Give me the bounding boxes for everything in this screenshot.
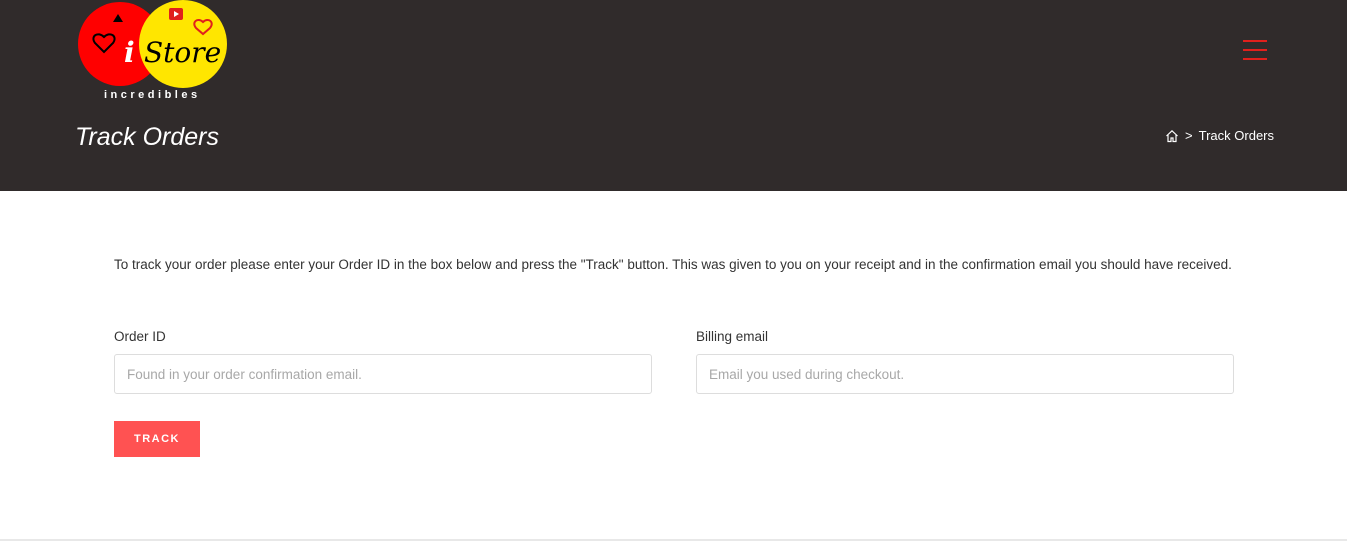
billing-email-input[interactable] [696, 354, 1234, 394]
site-header: i Store incredibles Track Orders > Track… [0, 0, 1347, 191]
order-id-field: Order ID [114, 329, 652, 394]
breadcrumb: > Track Orders [1165, 128, 1274, 143]
billing-email-field: Billing email [696, 329, 1234, 394]
logo-brand-word: Store [144, 36, 221, 69]
order-id-input[interactable] [114, 354, 652, 394]
billing-email-label: Billing email [696, 329, 769, 344]
logo-tagline: incredibles [104, 89, 201, 101]
track-order-form: To track your order please enter your Or… [114, 252, 1234, 457]
order-id-label: Order ID [114, 329, 166, 344]
track-button[interactable]: TRACK [114, 421, 200, 457]
hamburger-icon [1243, 40, 1267, 42]
intro-text: To track your order please enter your Or… [114, 257, 1232, 272]
page-title: Track Orders [75, 123, 219, 151]
home-icon[interactable] [1165, 129, 1179, 143]
istore-logo[interactable]: i Store incredibles [76, 0, 232, 104]
breadcrumb-separator: > [1185, 128, 1193, 143]
hamburger-menu-button[interactable] [1240, 37, 1270, 63]
breadcrumb-current: Track Orders [1198, 128, 1274, 143]
logo-brand-letter: i [124, 36, 135, 69]
